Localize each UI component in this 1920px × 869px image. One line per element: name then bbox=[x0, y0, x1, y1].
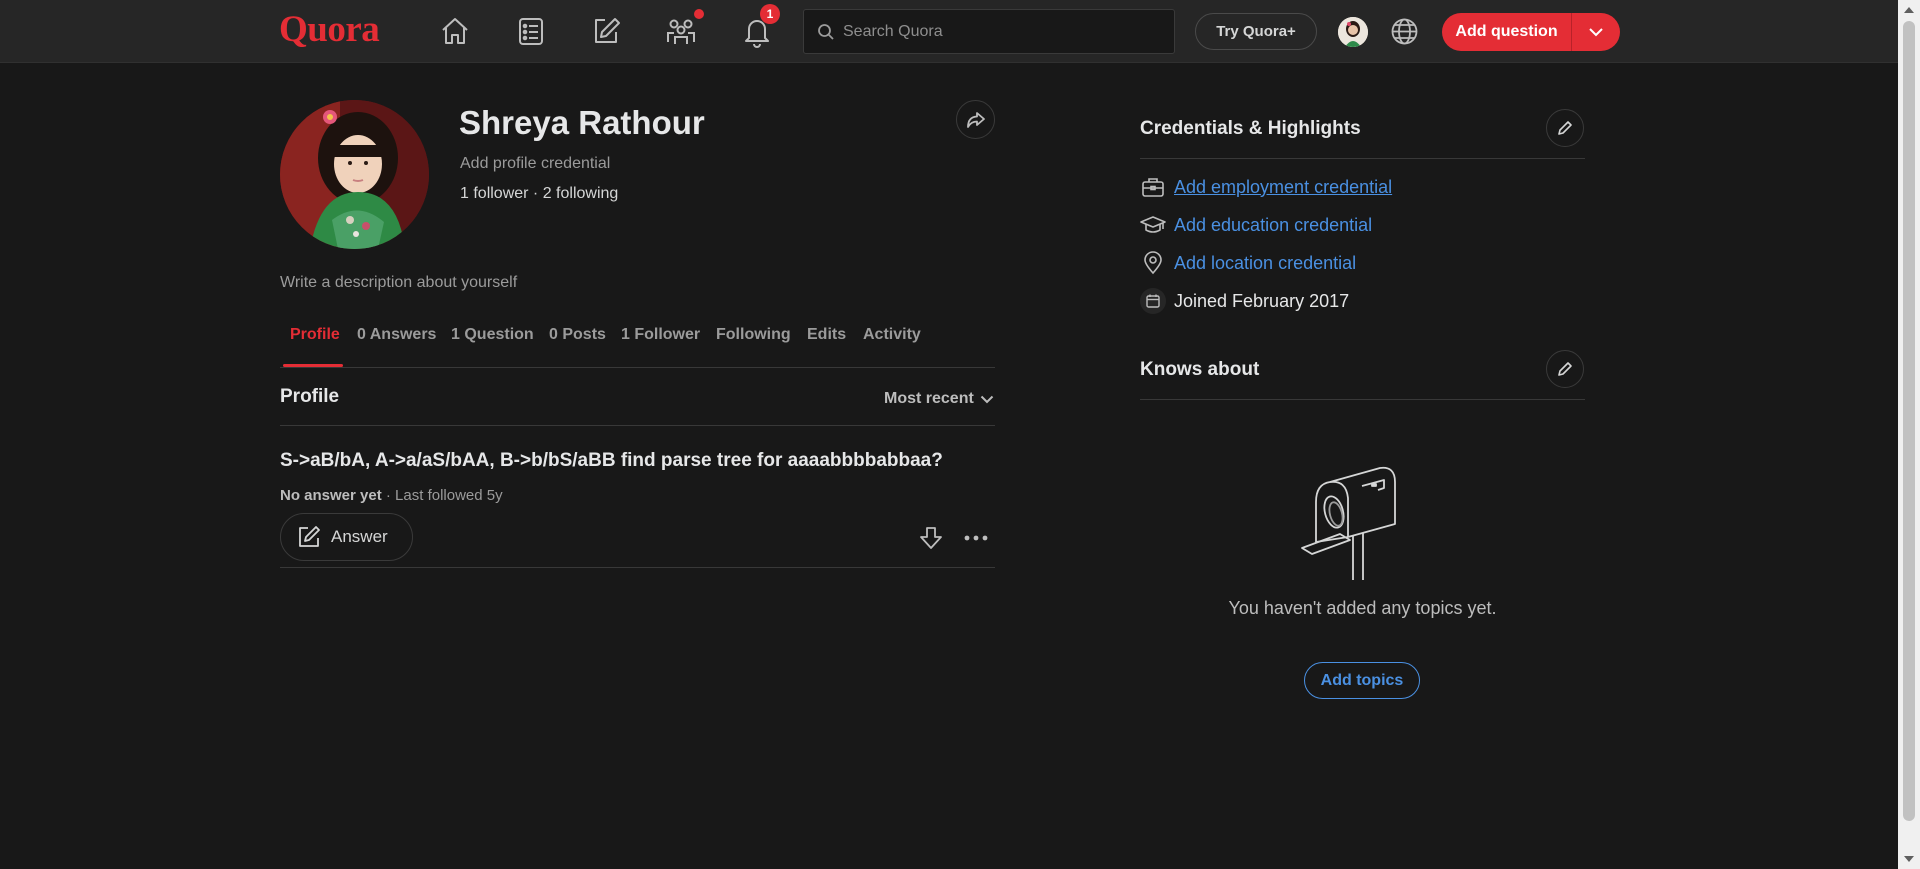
question-meta: No answer yet · Last followed 5y bbox=[280, 487, 503, 504]
answer-button[interactable]: Answer bbox=[280, 513, 413, 561]
tab-answers[interactable]: 0 Answers bbox=[357, 326, 436, 344]
share-arrow-icon bbox=[966, 111, 985, 128]
tab-edits[interactable]: Edits bbox=[807, 326, 846, 344]
chevron-down-icon bbox=[980, 395, 994, 403]
briefcase-icon bbox=[1140, 174, 1166, 200]
profile-description-prompt[interactable]: Write a description about yourself bbox=[280, 274, 517, 292]
write-answer-icon[interactable] bbox=[587, 12, 625, 50]
question-last-followed: · Last followed 5y bbox=[381, 487, 503, 504]
location-credential-row: Add location credential bbox=[1140, 250, 1356, 276]
notification-count-badge: 1 bbox=[760, 4, 780, 24]
pencil-icon bbox=[299, 526, 320, 547]
edit-knows-about-button[interactable] bbox=[1546, 350, 1584, 388]
knows-about-divider bbox=[1140, 399, 1585, 400]
credentials-divider bbox=[1140, 158, 1585, 159]
pencil-icon bbox=[1558, 362, 1572, 376]
share-profile-button[interactable] bbox=[956, 100, 995, 139]
edit-credentials-button[interactable] bbox=[1546, 109, 1584, 147]
employment-credential-row: Add employment credential bbox=[1140, 174, 1392, 200]
home-icon[interactable] bbox=[436, 12, 474, 50]
language-globe-icon[interactable] bbox=[1388, 15, 1421, 48]
scrollbar-thumb[interactable] bbox=[1903, 21, 1915, 821]
spaces-unread-dot bbox=[694, 9, 704, 19]
tab-posts[interactable]: 0 Posts bbox=[549, 326, 606, 344]
knows-about-heading: Knows about bbox=[1140, 359, 1260, 380]
search-box[interactable] bbox=[803, 9, 1175, 54]
education-credential-row: Add education credential bbox=[1140, 212, 1372, 238]
feed-section-title: Profile bbox=[280, 386, 340, 407]
scroll-up-arrow-icon[interactable] bbox=[1904, 7, 1914, 13]
question-status: No answer yet bbox=[280, 487, 382, 504]
user-avatar-small[interactable] bbox=[1338, 17, 1368, 47]
empty-mailbox-illustration bbox=[1300, 462, 1430, 582]
search-icon bbox=[818, 23, 834, 40]
quora-logo[interactable]: Quora bbox=[279, 8, 380, 51]
profile-name: Shreya Rathour bbox=[459, 104, 705, 141]
add-education-credential-link[interactable]: Add education credential bbox=[1174, 215, 1372, 236]
page-scrollbar[interactable] bbox=[1898, 0, 1920, 869]
joined-date-row: Joined February 2017 bbox=[1140, 288, 1349, 314]
top-navigation-bar: Quora 1 Try Quora bbox=[0, 0, 1898, 63]
tab-questions[interactable]: 1 Question bbox=[451, 326, 534, 344]
try-quora-plus-button[interactable]: Try Quora+ bbox=[1195, 13, 1317, 50]
follower-counts[interactable]: 1 follower · 2 following bbox=[460, 185, 618, 203]
downvote-icon[interactable] bbox=[917, 524, 945, 552]
spaces-icon[interactable] bbox=[662, 9, 704, 50]
more-options-icon[interactable] bbox=[962, 524, 990, 552]
profile-tabs: Profile 0 Answers 1 Question 0 Posts 1 F… bbox=[280, 316, 995, 368]
tab-following[interactable]: Following bbox=[716, 326, 791, 344]
add-question-button[interactable]: Add question bbox=[1442, 13, 1572, 51]
search-input[interactable] bbox=[843, 22, 1174, 41]
tab-followers[interactable]: 1 Follower bbox=[621, 326, 700, 344]
calendar-icon bbox=[1140, 288, 1166, 314]
graduation-cap-icon bbox=[1140, 212, 1166, 238]
following-feed-icon[interactable] bbox=[512, 12, 550, 50]
tab-profile[interactable]: Profile bbox=[290, 326, 340, 344]
tab-activity[interactable]: Activity bbox=[863, 326, 921, 344]
add-profile-credential-link[interactable]: Add profile credential bbox=[460, 155, 610, 173]
add-question-dropdown[interactable] bbox=[1572, 13, 1620, 51]
chevron-down-icon bbox=[1589, 28, 1603, 37]
add-employment-credential-link[interactable]: Add employment credential bbox=[1174, 177, 1392, 198]
no-topics-message: You haven't added any topics yet. bbox=[1228, 598, 1497, 618]
sort-label: Most recent bbox=[884, 390, 974, 407]
profile-avatar[interactable] bbox=[280, 100, 429, 249]
sort-dropdown[interactable]: Most recent bbox=[884, 390, 994, 408]
feed-divider bbox=[280, 425, 995, 426]
pencil-icon bbox=[1558, 121, 1572, 135]
feed-item-divider bbox=[280, 567, 995, 568]
joined-date-text: Joined February 2017 bbox=[1174, 290, 1350, 311]
scroll-down-arrow-icon[interactable] bbox=[1904, 856, 1914, 862]
active-tab-indicator bbox=[283, 364, 343, 367]
add-question-group: Add question bbox=[1442, 13, 1620, 51]
add-topics-button[interactable]: Add topics bbox=[1304, 662, 1420, 699]
location-pin-icon bbox=[1140, 250, 1166, 276]
add-location-credential-link[interactable]: Add location credential bbox=[1174, 253, 1356, 274]
question-title-link[interactable]: S->aB/bA, A->a/aS/bAA, B->b/bS/aBB find … bbox=[280, 450, 943, 472]
credentials-heading: Credentials & Highlights bbox=[1140, 118, 1361, 139]
answer-button-label: Answer bbox=[331, 527, 388, 546]
